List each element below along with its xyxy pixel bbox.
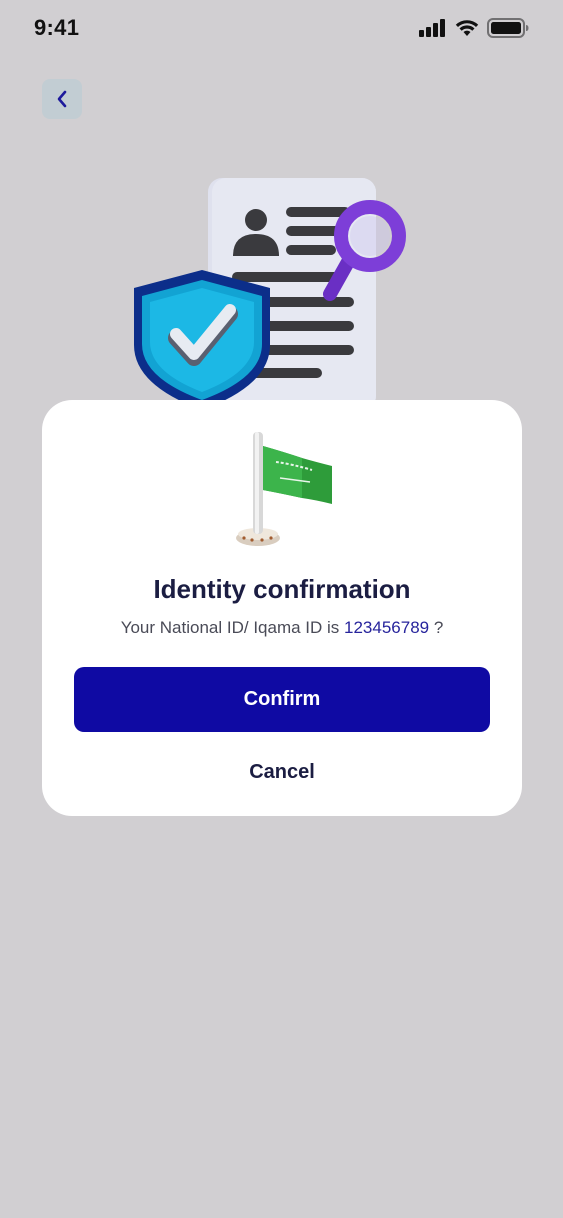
chevron-left-icon [57,90,67,108]
status-icons [419,18,529,38]
back-button[interactable] [42,79,82,119]
flag-illustration [232,430,342,550]
confirm-button[interactable]: Confirm [74,667,490,732]
hero-illustration [120,170,420,410]
dialog-message-prefix: Your National ID/ Iqama ID is [120,618,345,637]
national-id-value: 123456789 [344,618,430,637]
status-bar: 9:41 [0,0,563,56]
cancel-button[interactable]: Cancel [182,750,382,794]
dialog-title: Identity confirmation [153,574,411,604]
signal-icon [419,19,445,37]
id-document-illustration [134,178,406,410]
saudi-flag-icon [236,432,332,546]
dialog-message-suffix: ? [429,618,444,637]
dialog-message: Your National ID/ Iqama ID is 123456789 … [42,618,522,638]
status-time: 9:41 [34,15,80,40]
identity-confirmation-dialog: Identity confirmation Your National ID/ … [42,400,522,816]
wifi-icon [455,20,479,36]
battery-icon [487,18,529,38]
